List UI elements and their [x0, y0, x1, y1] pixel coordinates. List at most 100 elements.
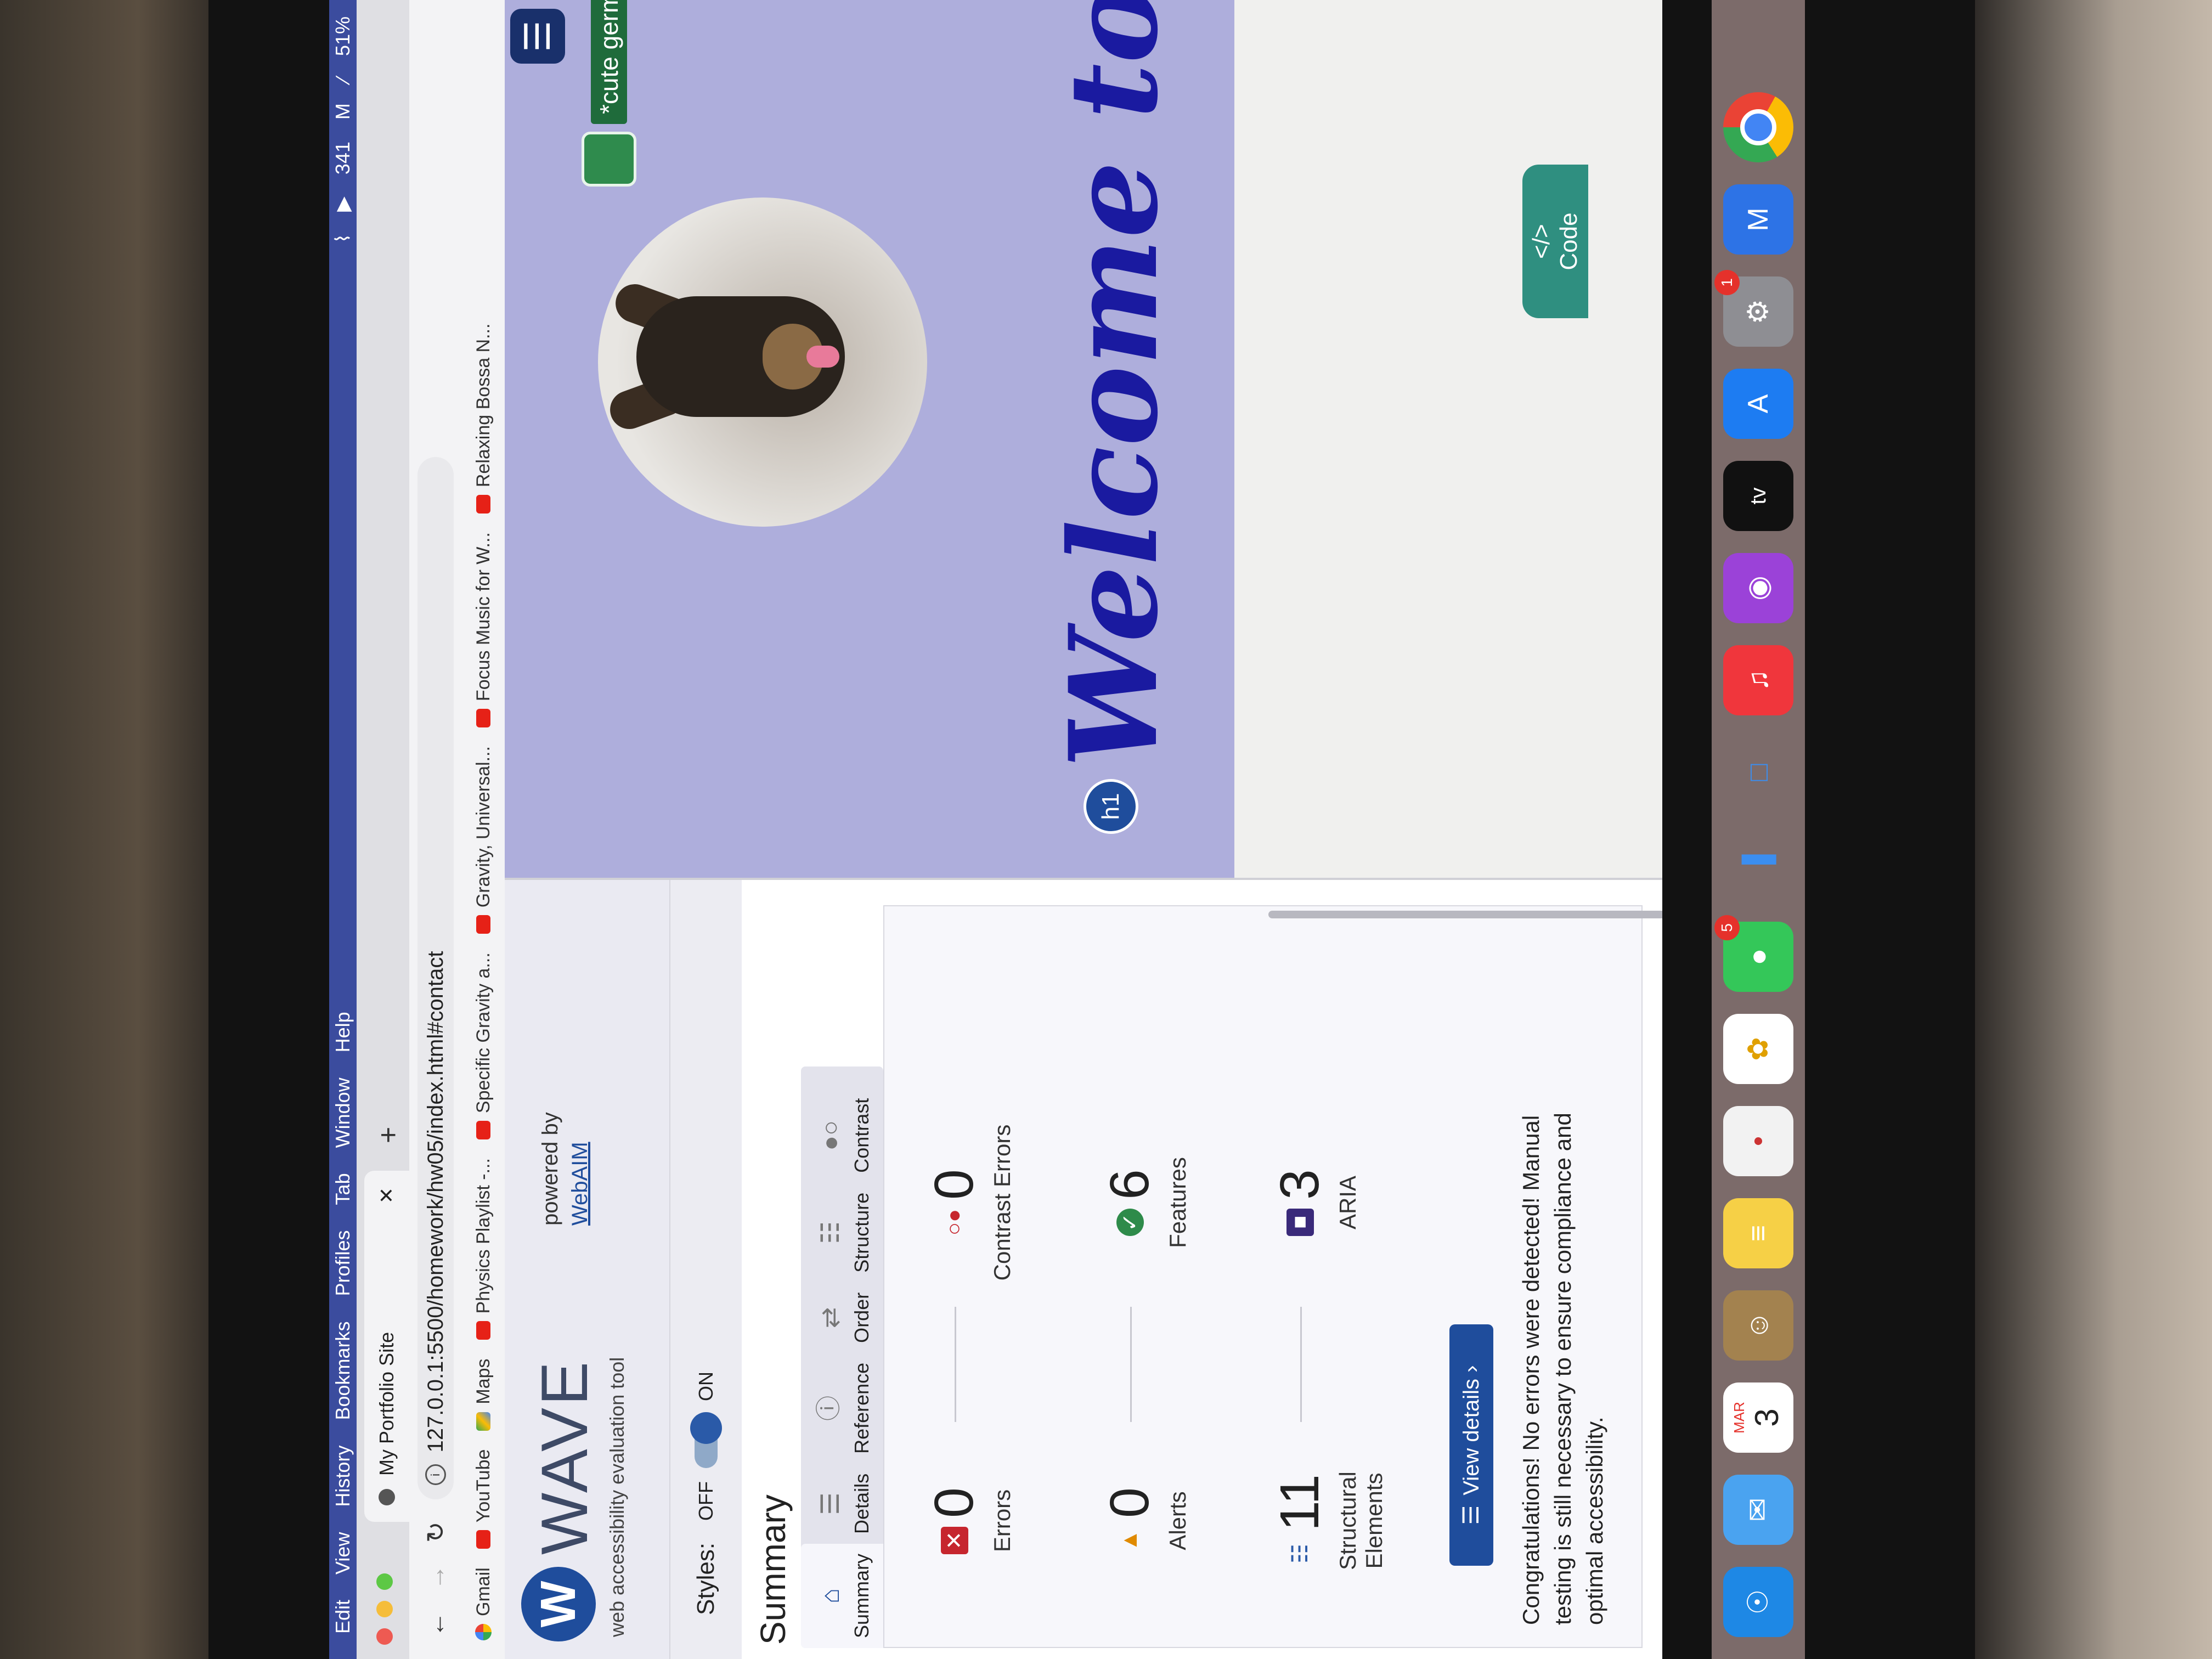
bookmark-maps[interactable]: Maps [473, 1358, 494, 1431]
minimize-window-button[interactable] [376, 1601, 393, 1617]
waveform-icon[interactable]: ⌇ [331, 234, 354, 244]
new-tab-button[interactable]: + [372, 1127, 405, 1143]
tab-structure[interactable]: ☷ Structure [801, 1183, 883, 1283]
structure-icon: ☷ [1288, 1543, 1312, 1564]
wave-alt-text-badge[interactable]: *cute german shepard p [582, 0, 636, 187]
styles-toggle[interactable] [690, 1412, 722, 1468]
bookmark-youtube[interactable]: YouTube [473, 1449, 494, 1549]
wave-header: W WAVE web accessibility evaluation tool… [505, 880, 669, 1659]
stat-structural-elements[interactable]: ☷ 11 Structural Elements [1268, 1427, 1387, 1614]
dock: ☉ ✉ MAR 3 ☺ ≡ • ✿ ● 5 ▐ □ ♫ ◉ tv A ⚙ 1 M [1712, 0, 1805, 1659]
contacts-icon[interactable]: ☺ [1723, 1290, 1793, 1361]
bookmark-label: Physics Playlist -... [472, 1158, 494, 1314]
notes-icon[interactable]: ≡ [1723, 1198, 1793, 1268]
alert-icon: ▲ [1118, 1530, 1142, 1551]
m-icon[interactable]: M [331, 103, 354, 120]
wave-logo: W [521, 1567, 596, 1641]
tab-label: Contrast [850, 1098, 873, 1173]
wave-h1-badge[interactable]: h1 [1084, 779, 1138, 834]
bookmark-physics-playlist[interactable]: Physics Playlist -... [473, 1158, 494, 1340]
bookmark-label: Specific Gravity a... [472, 952, 494, 1114]
google-icon [475, 1624, 492, 1640]
bookmark-specific-gravity[interactable]: Specific Gravity a... [472, 952, 494, 1140]
bookmark-label: Relaxing Bossa N... [472, 323, 494, 488]
messages-icon[interactable]: ● 5 [1714, 915, 1793, 992]
close-tab-icon[interactable]: ✕ [375, 1187, 398, 1204]
menu-history[interactable]: History [331, 1446, 354, 1507]
site-info-icon[interactable]: i [425, 1464, 446, 1486]
tab-label: Details [850, 1473, 873, 1534]
menu-help[interactable]: Help [331, 1012, 354, 1052]
play-icon[interactable]: ▶ [331, 196, 354, 212]
menu-bookmarks[interactable]: Bookmarks [331, 1321, 354, 1420]
url-text: 127.0.0.1:5500/homework/hw05/index.html#… [423, 951, 448, 1453]
mail-icon[interactable]: ✉ [1723, 1475, 1793, 1545]
styles-on-label: ON [695, 1371, 717, 1401]
menu-window[interactable]: Window [331, 1077, 354, 1148]
stat-contrast-errors[interactable]: ○● 0 Contrast Errors [923, 1109, 1015, 1296]
wave-tagline: web accessibility evaluation tool [606, 1357, 628, 1637]
divider [955, 1307, 956, 1422]
youtube-icon [476, 1530, 490, 1549]
close-window-button[interactable] [376, 1628, 393, 1645]
back-icon[interactable]: ← [421, 1612, 450, 1637]
reminders-icon[interactable]: • [1723, 1106, 1793, 1176]
menu-profiles[interactable]: Profiles [331, 1230, 354, 1296]
safari-icon[interactable]: ☉ [1723, 1567, 1793, 1637]
bookmark-gravity-universal[interactable]: Gravity, Universal... [473, 746, 494, 934]
divider [1130, 1307, 1132, 1422]
messenger-icon[interactable]: M [1723, 184, 1793, 255]
stat-aria[interactable]: ■ 3 ARIA [1268, 1109, 1361, 1296]
podcasts-icon[interactable]: ◉ [1723, 553, 1793, 623]
tab-details[interactable]: ☰ Details [801, 1464, 883, 1544]
bookmark-relaxing-bossa[interactable]: Relaxing Bossa N... [473, 324, 494, 514]
stat-features[interactable]: ✓ 6 Features [1098, 1109, 1191, 1296]
powered-by-text: powered by [538, 1112, 562, 1226]
address-bar[interactable]: i 127.0.0.1:5500/homework/hw05/index.htm… [417, 457, 454, 1500]
apple-tv-icon[interactable]: tv [1723, 461, 1793, 531]
tab-reference[interactable]: ⓘ Reference [801, 1353, 883, 1464]
tab-order[interactable]: ⇄ Order [801, 1283, 883, 1353]
dock-frame: ☉ ✉ MAR 3 ☺ ≡ • ✿ ● 5 ▐ □ ♫ ◉ tv A ⚙ 1 M [1712, 0, 1821, 1659]
wifi-off-icon[interactable]: ∕ [331, 78, 354, 81]
german-shepherd-photo [598, 198, 927, 527]
webaim-link[interactable]: WebAIM [568, 1142, 592, 1226]
bookmark-gmail[interactable]: Gmail [473, 1567, 494, 1640]
hamburger-menu-icon[interactable]: ☰ [510, 9, 565, 64]
status-count: 341 [331, 142, 354, 175]
bookmark-focus-music[interactable]: Focus Music for W... [473, 532, 494, 728]
menu-edit[interactable]: Edit [331, 1600, 354, 1634]
zoom-window-button[interactable] [376, 1573, 393, 1590]
contrast-error-icon: ○● [942, 1209, 966, 1235]
tab-summary[interactable]: ⌂ Summary [801, 1543, 883, 1648]
forward-icon[interactable]: → [421, 1565, 450, 1590]
view-details-label: View details › [1459, 1365, 1483, 1496]
menu-view[interactable]: View [331, 1532, 354, 1575]
chrome-icon[interactable] [1723, 92, 1793, 162]
battery-percent: 51% [331, 16, 354, 57]
code-tab-button[interactable]: </> Code [1522, 165, 1588, 318]
stat-label: Structural Elements [1335, 1471, 1387, 1570]
app-store-icon[interactable]: A [1723, 369, 1793, 439]
stat-errors[interactable]: ✕ 0 Errors [923, 1427, 1015, 1614]
photos-icon[interactable]: ✿ [1723, 1014, 1793, 1084]
browser-tab[interactable]: My Portfolio Site ✕ [364, 1171, 409, 1522]
reload-icon[interactable]: ↻ [421, 1521, 450, 1543]
menu-tab[interactable]: Tab [331, 1173, 354, 1205]
panel-scrollbar[interactable] [1268, 911, 1662, 918]
tab-contrast[interactable]: ●○ Contrast [801, 1088, 883, 1183]
laptop-body [1975, 0, 2212, 1659]
stat-value: 3 [1269, 1169, 1330, 1200]
tab-strip: My Portfolio Site ✕ + [357, 0, 409, 1659]
numbers-icon[interactable]: ▐ [1723, 830, 1793, 900]
image-alt-icon [582, 132, 636, 187]
keynote-icon[interactable]: □ [1723, 737, 1793, 808]
bookmark-label: YouTube [472, 1449, 494, 1523]
music-icon[interactable]: ♫ [1723, 645, 1793, 715]
stat-alerts[interactable]: ▲ 0 Alerts [1098, 1427, 1191, 1614]
settings-badge: 1 [1714, 270, 1740, 295]
view-details-button[interactable]: ☰ View details › [1449, 1324, 1493, 1566]
system-settings-icon[interactable]: ⚙ 1 [1714, 270, 1793, 347]
youtube-icon [476, 495, 490, 514]
calendar-icon[interactable]: MAR 3 [1723, 1383, 1793, 1453]
